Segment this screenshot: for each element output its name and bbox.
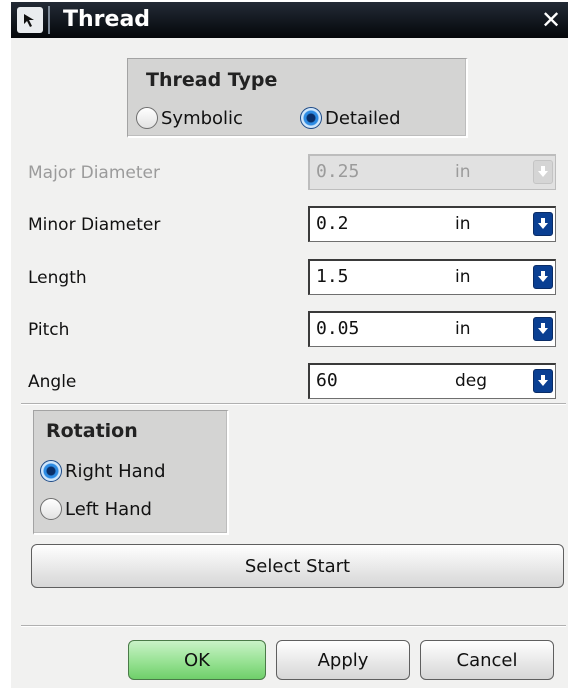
radio-detailed-label: Detailed: [325, 107, 401, 129]
radio-button-selected-icon[interactable]: [40, 460, 62, 482]
major-diameter-dropdown: [532, 157, 554, 187]
radio-detailed[interactable]: Detailed: [300, 105, 401, 131]
angle-label: Angle: [28, 372, 77, 392]
close-icon[interactable]: ✕: [537, 6, 565, 34]
minor-diameter-label: Minor Diameter: [28, 215, 161, 235]
radio-button-icon[interactable]: [136, 107, 158, 129]
length-label: Length: [28, 268, 87, 288]
angle-unit[interactable]: deg: [455, 371, 487, 391]
dropdown-arrow-icon: [533, 160, 553, 184]
window-title: Thread: [63, 7, 151, 32]
dropdown-arrow-icon[interactable]: [533, 265, 553, 289]
minor-diameter-unit[interactable]: in: [455, 214, 471, 234]
dropdown-arrow-icon[interactable]: [533, 212, 553, 236]
footer-divider: [21, 625, 566, 627]
length-value[interactable]: 1.5: [316, 266, 349, 287]
length-field[interactable]: 1.5 in: [308, 259, 556, 295]
radio-button-selected-icon[interactable]: [300, 107, 322, 129]
title-bar[interactable]: Thread ✕: [11, 2, 568, 38]
length-dropdown[interactable]: [532, 262, 554, 292]
pitch-dropdown[interactable]: [532, 314, 554, 344]
major-diameter-label: Major Diameter: [28, 163, 160, 183]
pitch-label: Pitch: [28, 320, 70, 340]
divider: [21, 403, 566, 405]
thread-type-title: Thread Type: [146, 69, 278, 91]
thread-type-group: Thread Type Symbolic Detailed: [127, 58, 468, 138]
pitch-value[interactable]: 0.05: [316, 318, 359, 339]
arrow-select-icon: [17, 7, 43, 33]
apply-button[interactable]: Apply: [276, 640, 410, 680]
major-diameter-value: 0.25: [316, 161, 360, 182]
radio-left-hand[interactable]: Left Hand: [40, 496, 152, 522]
pitch-unit[interactable]: in: [455, 319, 471, 339]
minor-diameter-field[interactable]: 0.2 in: [308, 206, 556, 242]
select-start-button[interactable]: Select Start: [31, 544, 564, 588]
angle-dropdown[interactable]: [532, 366, 554, 396]
radio-right-hand-label: Right Hand: [65, 460, 166, 482]
radio-right-hand[interactable]: Right Hand: [40, 458, 166, 484]
rotation-title: Rotation: [46, 420, 138, 442]
angle-value[interactable]: 60: [316, 370, 338, 391]
radio-left-hand-label: Left Hand: [65, 498, 152, 520]
minor-diameter-value[interactable]: 0.2: [316, 213, 349, 234]
major-diameter-unit: in: [455, 162, 471, 182]
rotation-group: Rotation Right Hand Left Hand: [33, 410, 229, 535]
length-unit[interactable]: in: [455, 267, 471, 287]
title-separator: [48, 6, 50, 34]
ok-button[interactable]: OK: [128, 640, 266, 680]
radio-symbolic[interactable]: Symbolic: [136, 105, 243, 131]
thread-dialog: Thread ✕ Thread Type Symbolic Detailed M…: [11, 2, 568, 688]
angle-field[interactable]: 60 deg: [308, 363, 556, 399]
dropdown-arrow-icon[interactable]: [533, 317, 553, 341]
dropdown-arrow-icon[interactable]: [533, 369, 553, 393]
major-diameter-field: 0.25 in: [308, 154, 556, 190]
minor-diameter-dropdown[interactable]: [532, 209, 554, 239]
cancel-button[interactable]: Cancel: [420, 640, 554, 680]
radio-symbolic-label: Symbolic: [161, 107, 243, 129]
radio-button-icon[interactable]: [40, 498, 62, 520]
pitch-field[interactable]: 0.05 in: [308, 311, 556, 347]
